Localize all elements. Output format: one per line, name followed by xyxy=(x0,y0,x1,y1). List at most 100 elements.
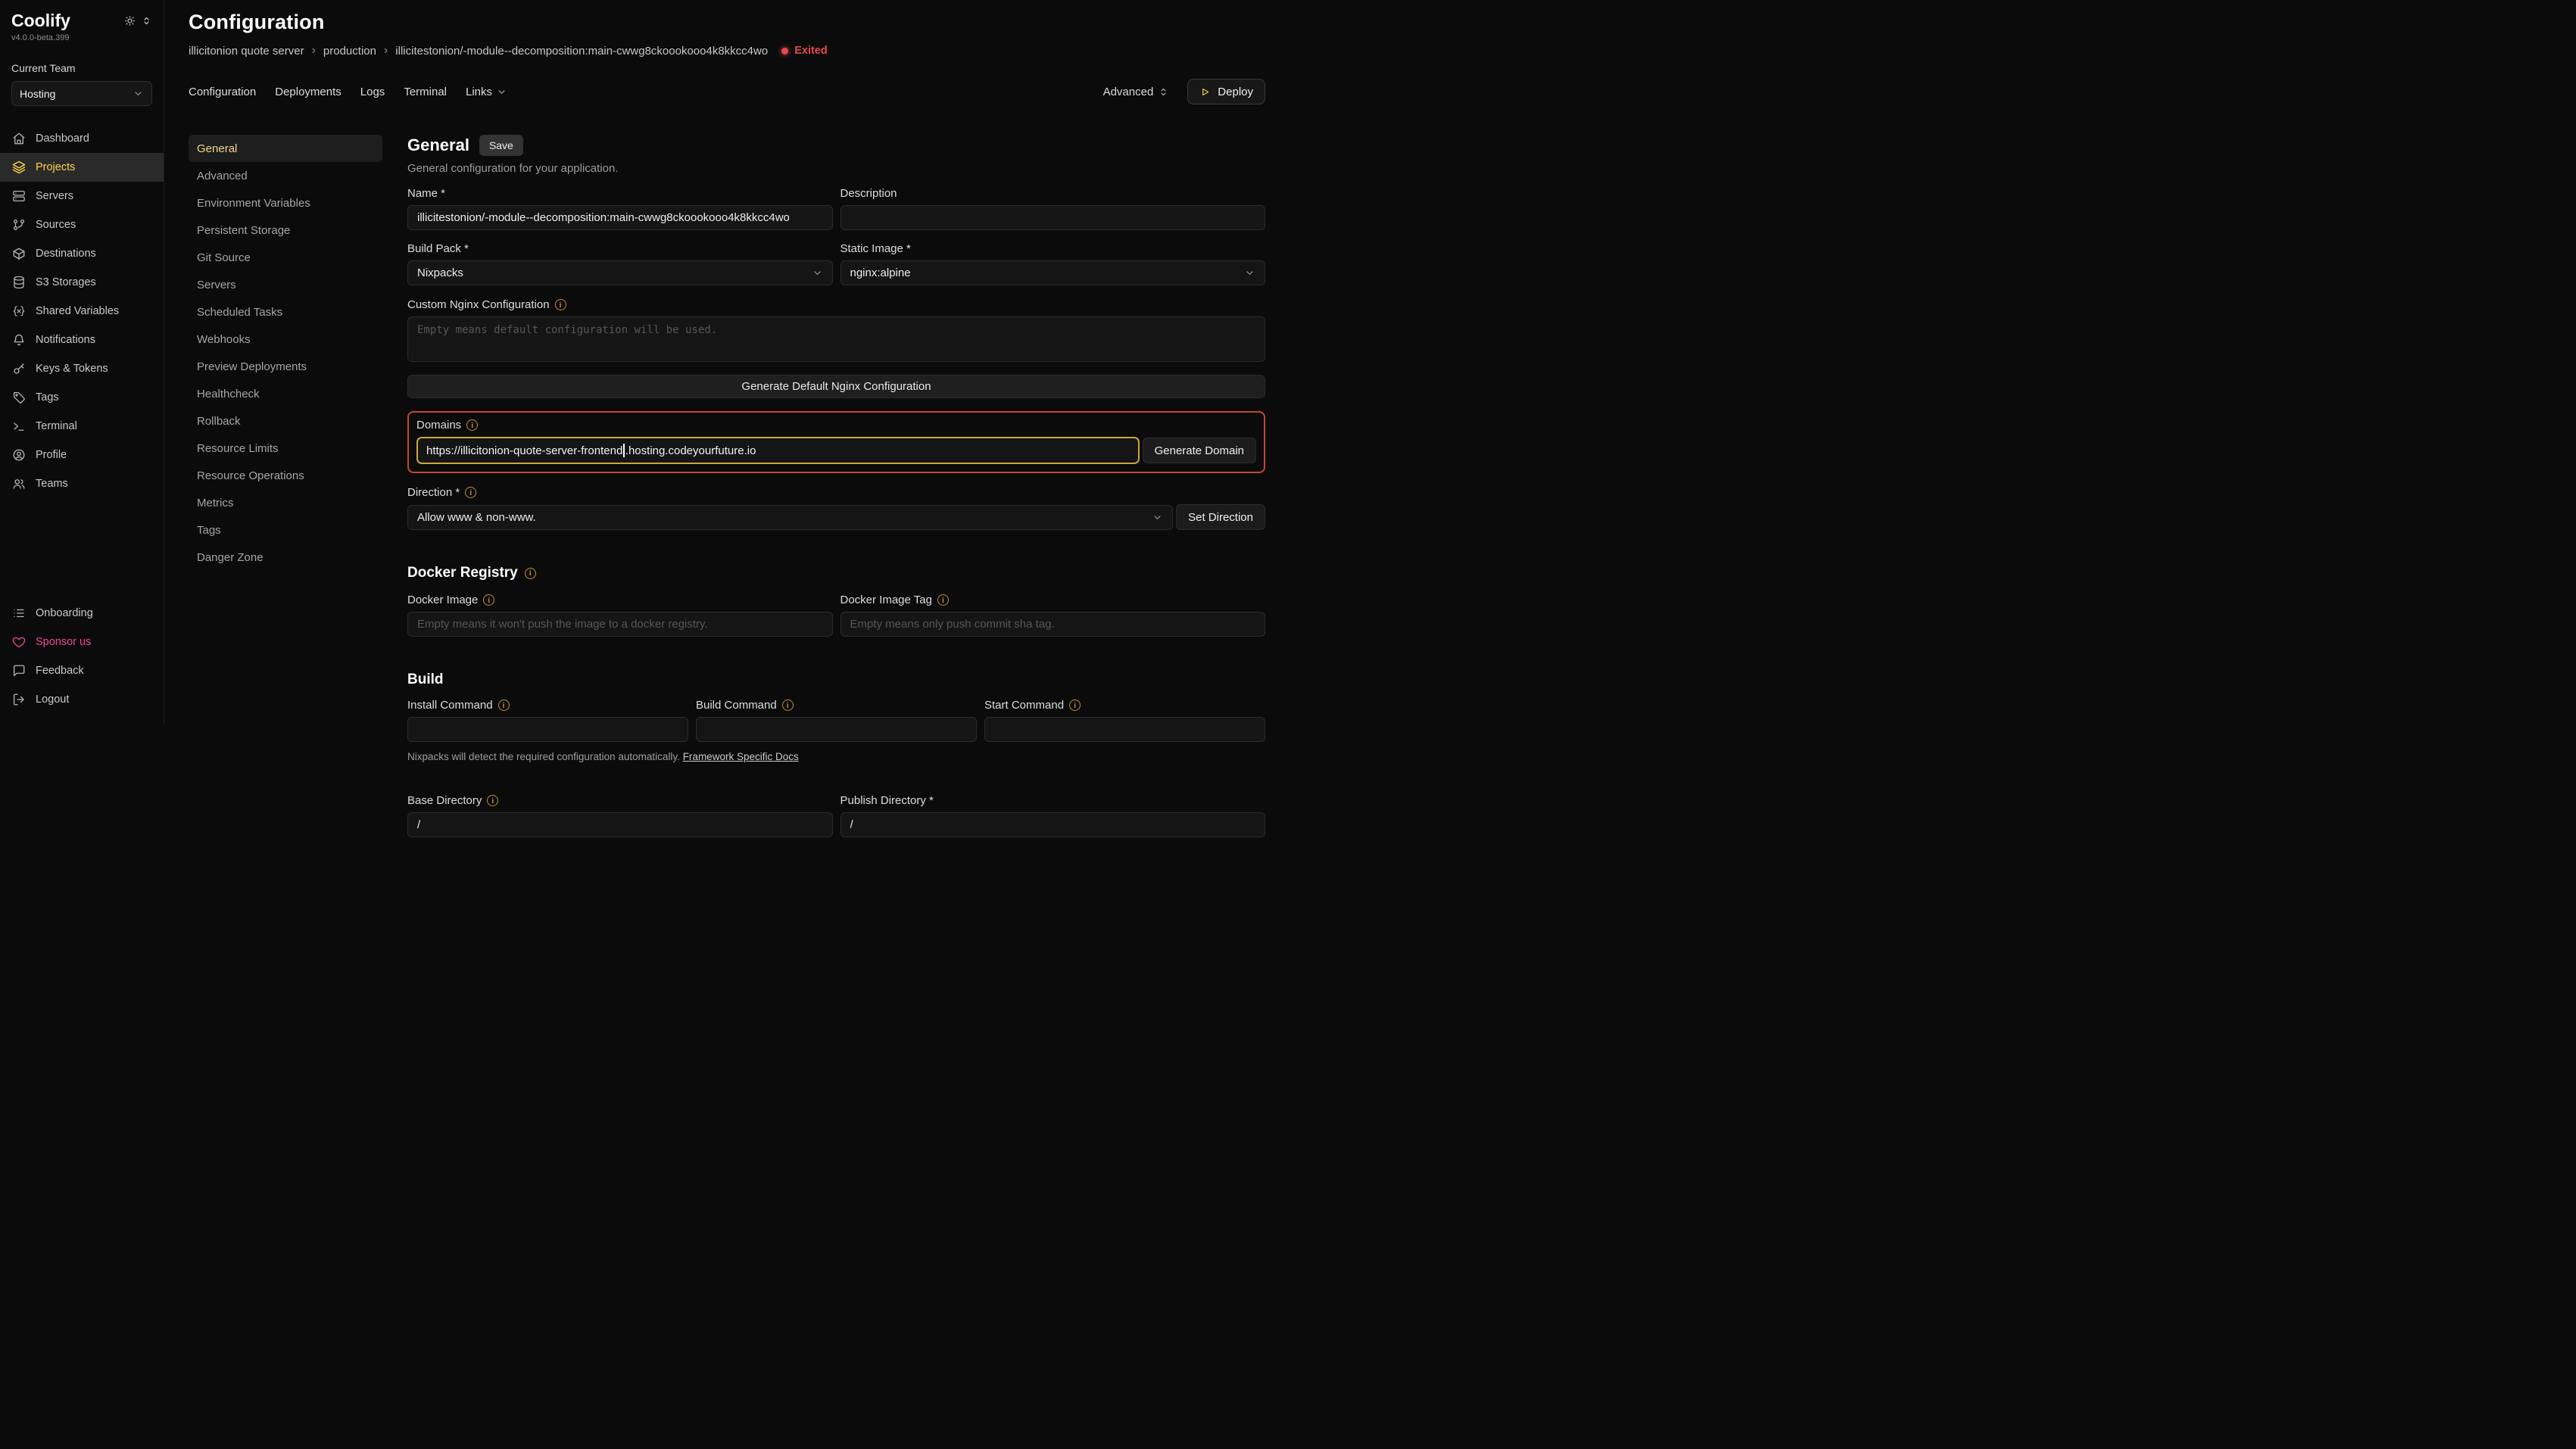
sidebar-item-servers[interactable]: Servers xyxy=(0,182,164,210)
sidebar-item-dashboard[interactable]: Dashboard xyxy=(0,124,164,153)
deploy-button[interactable]: Deploy xyxy=(1187,79,1265,104)
direction-select[interactable]: Allow www & non-www. xyxy=(407,505,1173,530)
team-select[interactable]: Hosting xyxy=(11,81,152,106)
config-nav-git-source[interactable]: Git Source xyxy=(189,244,382,271)
info-icon[interactable] xyxy=(487,795,498,806)
config-nav-persistent-storage[interactable]: Persistent Storage xyxy=(189,217,382,244)
sidebar-item-label: Destinations xyxy=(36,248,96,260)
build-pack-select[interactable]: Nixpacks xyxy=(407,260,833,285)
start-command-input[interactable] xyxy=(984,717,1265,742)
sidebar-item-sources[interactable]: Sources xyxy=(0,210,164,239)
breadcrumb-application[interactable]: illicitestonion/-module--decomposition:m… xyxy=(395,45,768,58)
docker-registry-title: Docker Registry xyxy=(407,565,518,581)
domains-label: Domains xyxy=(416,419,1256,432)
tab-logs[interactable]: Logs xyxy=(360,86,385,98)
config-nav-environment-variables[interactable]: Environment Variables xyxy=(189,189,382,217)
tabbar: Configuration Deployments Logs Terminal … xyxy=(164,79,1288,104)
info-icon[interactable] xyxy=(782,700,794,711)
config-nav-advanced[interactable]: Advanced xyxy=(189,162,382,189)
sidebar-item-profile[interactable]: Profile xyxy=(0,441,164,469)
tab-links[interactable]: Links xyxy=(466,86,507,98)
info-icon[interactable] xyxy=(1069,700,1081,711)
sidebar-item-onboarding[interactable]: Onboarding xyxy=(0,599,164,628)
sidebar-item-logout[interactable]: Logout xyxy=(0,685,164,714)
deploy-label: Deploy xyxy=(1218,86,1253,98)
nginx-config-textarea[interactable] xyxy=(407,316,1265,362)
docker-image-tag-input[interactable] xyxy=(840,612,1266,637)
sidebar-item-keys-tokens[interactable]: Keys & Tokens xyxy=(0,354,164,383)
user-circle-icon xyxy=(12,448,26,462)
info-icon[interactable] xyxy=(555,299,566,310)
breadcrumb-project[interactable]: illicitonion quote server xyxy=(189,45,304,58)
base-directory-input[interactable] xyxy=(407,812,833,837)
sidebar-item-label: Feedback xyxy=(36,665,84,677)
build-command-label: Build Command xyxy=(696,699,977,712)
sidebar-item-sponsor[interactable]: Sponsor us xyxy=(0,628,164,656)
nginx-config-field: Custom Nginx Configuration xyxy=(407,298,1265,362)
config-nav-metrics[interactable]: Metrics xyxy=(189,489,382,516)
direction-label: Direction * xyxy=(407,486,1265,499)
sidebar-item-projects[interactable]: Projects xyxy=(0,153,164,182)
build-pack-field: Build Pack * Nixpacks xyxy=(407,242,833,285)
name-label: Name * xyxy=(407,187,833,200)
sidebar-item-shared-variables[interactable]: Shared Variables xyxy=(0,297,164,326)
config-nav-general[interactable]: General xyxy=(189,135,382,162)
config-nav-resource-limits[interactable]: Resource Limits xyxy=(189,435,382,462)
tab-terminal[interactable]: Terminal xyxy=(404,86,447,98)
set-direction-button[interactable]: Set Direction xyxy=(1176,504,1265,530)
start-command-field: Start Command xyxy=(984,699,1265,742)
info-icon[interactable] xyxy=(466,419,478,431)
sidebar-item-feedback[interactable]: Feedback xyxy=(0,656,164,685)
config-nav-preview-deployments[interactable]: Preview Deployments xyxy=(189,353,382,380)
general-form: General Save General configuration for y… xyxy=(407,135,1265,724)
info-icon[interactable] xyxy=(483,594,494,606)
build-command-input[interactable] xyxy=(696,717,977,742)
config-nav-danger-zone[interactable]: Danger Zone xyxy=(189,544,382,571)
domains-input[interactable]: https://illicitonion-quote-server-fronte… xyxy=(416,437,1140,464)
sidebar-item-s3-storages[interactable]: S3 Storages xyxy=(0,268,164,297)
config-nav-webhooks[interactable]: Webhooks xyxy=(189,326,382,353)
info-icon[interactable] xyxy=(937,594,949,606)
publish-directory-input[interactable] xyxy=(840,812,1266,837)
advanced-toggle[interactable]: Advanced xyxy=(1103,86,1170,98)
tab-configuration[interactable]: Configuration xyxy=(189,86,256,98)
sidebar-item-label: Profile xyxy=(36,449,67,461)
sidebar-item-notifications[interactable]: Notifications xyxy=(0,326,164,354)
name-input[interactable] xyxy=(407,205,833,230)
package-icon xyxy=(12,247,26,260)
generate-domain-button[interactable]: Generate Domain xyxy=(1143,438,1256,463)
publish-directory-field: Publish Directory * xyxy=(840,794,1266,837)
config-nav-healthcheck[interactable]: Healthcheck xyxy=(189,380,382,407)
config-nav-resource-operations[interactable]: Resource Operations xyxy=(189,462,382,489)
generate-nginx-button[interactable]: Generate Default Nginx Configuration xyxy=(407,375,1265,398)
static-image-select[interactable]: nginx:alpine xyxy=(840,260,1266,285)
config-nav-servers[interactable]: Servers xyxy=(189,271,382,298)
sidebar-item-tags[interactable]: Tags xyxy=(0,383,164,412)
domains-section: Domains https://illicitonion-quote-serve… xyxy=(407,411,1265,473)
breadcrumb-environment[interactable]: production xyxy=(323,45,376,58)
sidebar-item-terminal[interactable]: Terminal xyxy=(0,412,164,441)
description-input[interactable] xyxy=(840,205,1266,230)
theme-sun-icon[interactable] xyxy=(124,15,136,26)
config-nav-rollback[interactable]: Rollback xyxy=(189,407,382,435)
info-icon[interactable] xyxy=(525,568,536,579)
app-logo: Coolify xyxy=(11,11,70,31)
info-icon[interactable] xyxy=(498,700,510,711)
domains-value: .hosting.codeyourfuture.io xyxy=(625,444,756,457)
info-icon[interactable] xyxy=(465,487,476,498)
save-button[interactable]: Save xyxy=(479,135,523,156)
chevron-down-icon xyxy=(1244,267,1255,279)
config-nav-scheduled-tasks[interactable]: Scheduled Tasks xyxy=(189,298,382,326)
docker-image-input[interactable] xyxy=(407,612,833,637)
sidebar-item-destinations[interactable]: Destinations xyxy=(0,239,164,268)
name-field: Name * xyxy=(407,187,833,230)
framework-docs-link[interactable]: Framework Specific Docs xyxy=(683,751,799,762)
config-nav-tags[interactable]: Tags xyxy=(189,516,382,544)
chevrons-up-down-icon[interactable] xyxy=(141,15,152,26)
tab-deployments[interactable]: Deployments xyxy=(275,86,341,98)
sidebar-item-teams[interactable]: Teams xyxy=(0,469,164,498)
sidebar-nav: Dashboard Projects Servers Sources Desti… xyxy=(0,124,164,498)
sidebar-item-label: Sponsor us xyxy=(36,636,91,648)
git-branch-icon xyxy=(12,218,26,232)
install-command-input[interactable] xyxy=(407,717,688,742)
